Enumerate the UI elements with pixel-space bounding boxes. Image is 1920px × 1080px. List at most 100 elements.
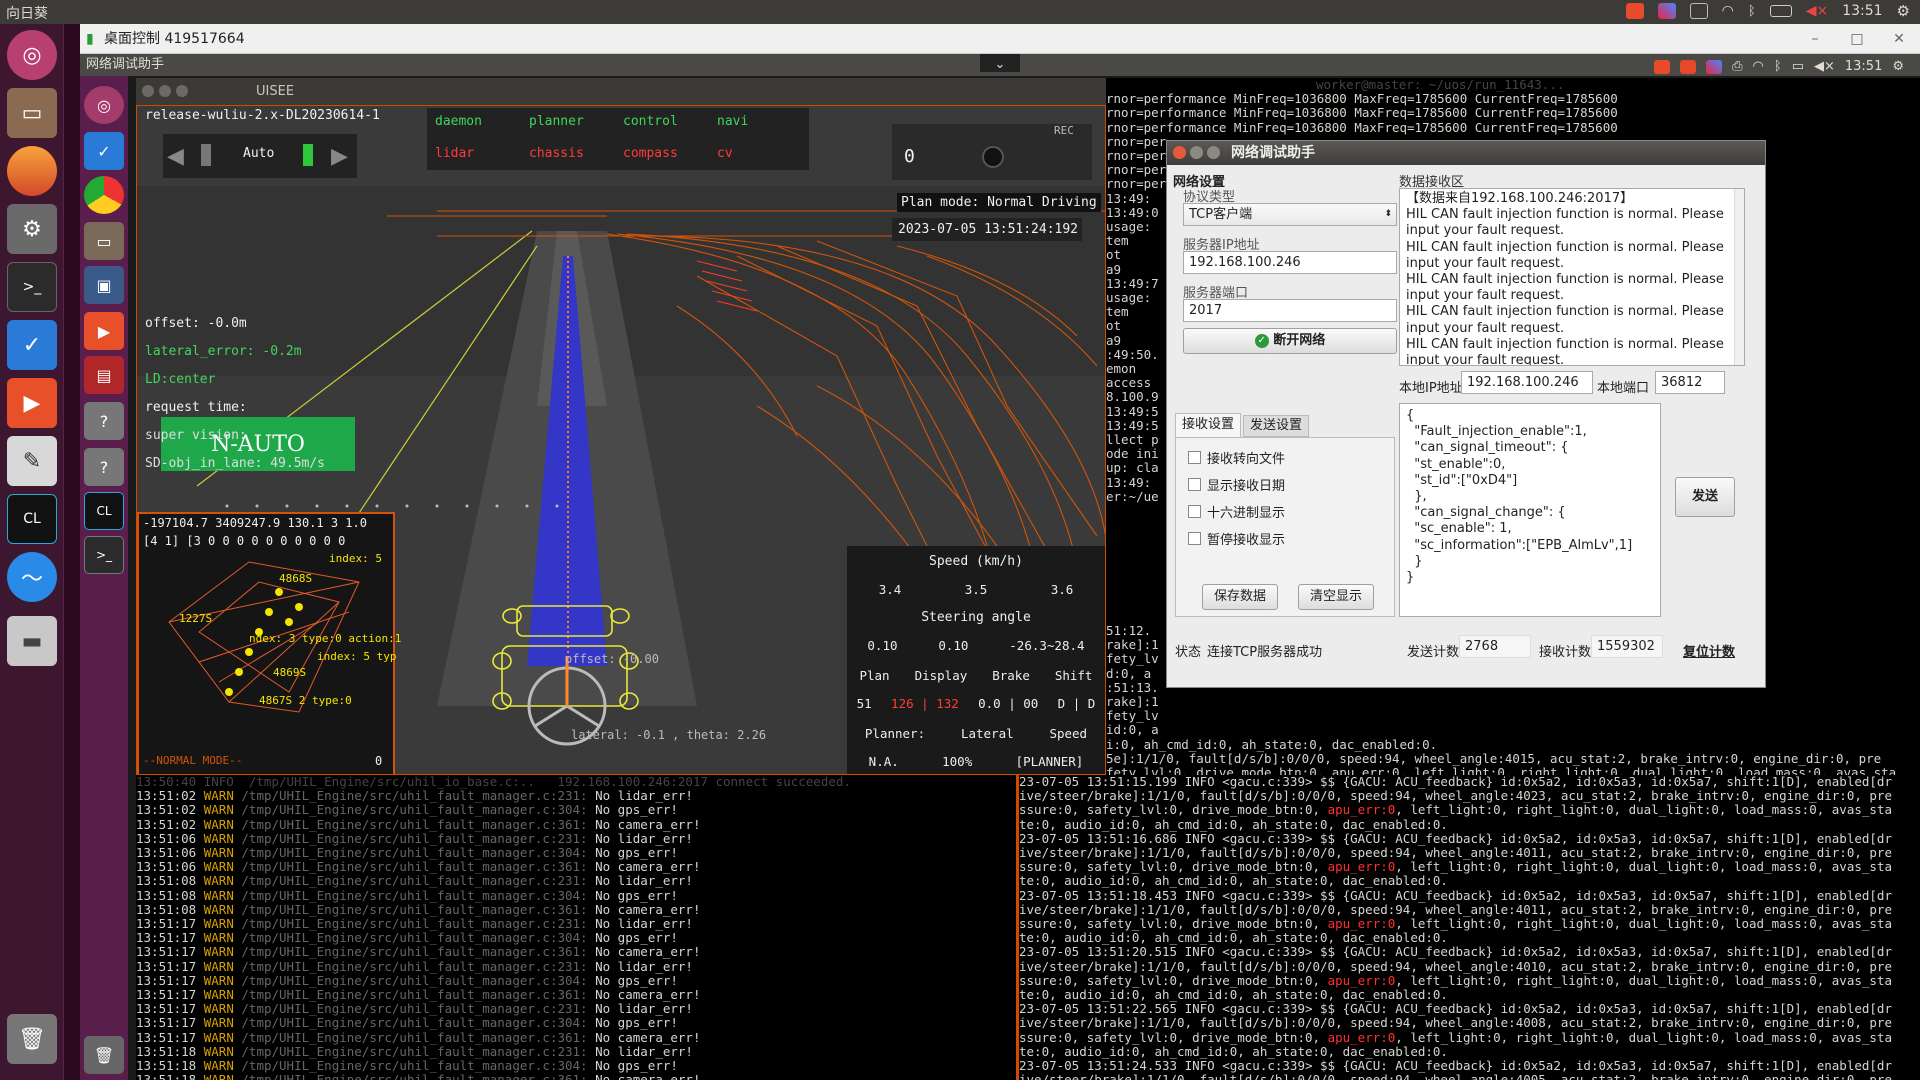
app-tray-icon[interactable] xyxy=(1657,3,1676,19)
text-editor-icon[interactable]: ✎ xyxy=(7,436,57,486)
tab-recv-settings[interactable]: 接收设置 xyxy=(1175,413,1241,437)
send-button[interactable]: 发送 xyxy=(1675,477,1735,517)
app-icon[interactable]: ▤ xyxy=(84,356,124,394)
disconnect-button[interactable]: ✓ 断开网络 xyxy=(1183,328,1397,354)
server-port-input[interactable]: 2017 xyxy=(1183,299,1397,322)
prev-icon[interactable]: ◀ xyxy=(167,144,184,169)
log-source: /tmp/UHIL_Engine/src/uhil_fault_manager.… xyxy=(241,802,588,818)
local-port-label: 本地端口 xyxy=(1597,381,1650,396)
option-show-date[interactable]: 显示接收日期 xyxy=(1188,475,1285,494)
checkbox-icon[interactable] xyxy=(1188,505,1201,518)
network-icon[interactable]: 〜 xyxy=(7,552,57,602)
keyboard-icon[interactable] xyxy=(1689,3,1708,19)
bluetooth-icon[interactable]: ᛒ xyxy=(1748,4,1756,19)
unknown-icon[interactable]: ? xyxy=(84,402,124,440)
chrome-icon[interactable] xyxy=(84,176,124,214)
printer-icon[interactable]: ⎙ xyxy=(1732,56,1742,78)
trash-icon[interactable]: 🗑 xyxy=(84,1036,124,1074)
maximize-dot-icon[interactable] xyxy=(1207,146,1220,159)
battery-icon[interactable] xyxy=(1769,5,1792,17)
volume-muted-icon[interactable]: ◀× xyxy=(1806,3,1829,19)
wifi-icon[interactable]: ◠ xyxy=(1722,3,1734,19)
status-value: Plan xyxy=(859,668,890,683)
bluetooth-icon[interactable]: ᛒ xyxy=(1774,56,1782,78)
recv-scrollbar[interactable] xyxy=(1734,189,1744,365)
checkbox-icon[interactable] xyxy=(1188,451,1201,464)
unknown-icon[interactable]: ? xyxy=(84,448,124,486)
save-data-button[interactable]: 保存数据 xyxy=(1202,584,1278,610)
gear-icon[interactable]: ⚙ xyxy=(1892,56,1904,78)
tab-send-settings[interactable]: 发送设置 xyxy=(1243,415,1309,437)
minimize-dot-icon[interactable] xyxy=(159,85,171,97)
sunlogin-tray-icon[interactable] xyxy=(1625,3,1644,19)
app-tray-icon[interactable] xyxy=(1706,60,1723,74)
close-dot-icon[interactable] xyxy=(142,85,154,97)
files-icon[interactable]: ▭ xyxy=(7,88,57,138)
terminal-bottom-left[interactable]: 13:50:40 INFO /tmp/UHIL_Engine/src/uhil_… xyxy=(136,775,1016,1080)
minimize-dot-icon[interactable] xyxy=(1190,146,1203,159)
battery-icon[interactable]: ▭ xyxy=(1792,56,1804,78)
reset-count-button[interactable]: 复位计数 xyxy=(1683,641,1735,660)
next-icon[interactable]: ▶ xyxy=(331,144,348,169)
clion-icon[interactable]: CL xyxy=(84,492,124,530)
clion-icon[interactable]: CL xyxy=(7,494,57,544)
clock[interactable]: 13:51 xyxy=(1845,56,1882,78)
log-text: te:0, audio_id:0, ah_cmd_id:0, ah_state:… xyxy=(1019,1043,1448,1059)
recv-line: input your fault request. xyxy=(1406,255,1565,271)
s-tray-icon[interactable] xyxy=(1680,60,1697,74)
apu-err-highlight: apu_err:0 xyxy=(1327,972,1396,988)
close-dot-icon[interactable] xyxy=(1173,146,1186,159)
recv-line: input your fault request. xyxy=(1406,353,1565,366)
minimize-button[interactable]: – xyxy=(1794,24,1836,54)
recv-area[interactable]: 【数据来自192.168.100.246:2017】 HIL CAN fault … xyxy=(1399,188,1745,366)
close-button[interactable]: ✕ xyxy=(1878,24,1920,54)
gear-icon[interactable]: ⚙ xyxy=(1897,2,1910,20)
log-line: te:0, audio_id:0, ah_cmd_id:0, ah_state:… xyxy=(1019,817,1920,832)
maximize-button[interactable]: □ xyxy=(1836,24,1878,54)
sunlogin-remote-icon[interactable]: ▶ xyxy=(84,312,124,350)
send-area[interactable]: { "Fault_injection_enable":1, "can_signa… xyxy=(1399,403,1661,617)
local-ip-input[interactable]: 192.168.100.246 xyxy=(1461,371,1593,394)
status-value: 126 | 132 xyxy=(891,696,959,711)
log-level: WARN xyxy=(203,788,234,804)
pause-icon[interactable] xyxy=(201,144,211,166)
maximize-dot-icon[interactable] xyxy=(176,85,188,97)
terminal-icon[interactable]: >_ xyxy=(7,262,57,312)
log-time: 13:51:17 xyxy=(136,916,197,932)
apu-err-highlight: apu_err:0 xyxy=(1327,916,1396,932)
server-ip-input[interactable]: 192.168.100.246 xyxy=(1183,251,1397,274)
trash-icon[interactable]: 🗑 xyxy=(7,1014,57,1064)
log-message: No camera_err! xyxy=(595,987,701,1003)
sunlogin-icon[interactable]: ✓ xyxy=(84,132,124,170)
option-pause-display[interactable]: 暂停接收显示 xyxy=(1188,529,1285,548)
terminal-bottom-right[interactable]: 23-07-05 13:51:15.199 INFO <gacu.c:339> … xyxy=(1016,775,1920,1080)
local-port-input[interactable]: 36812 xyxy=(1655,371,1725,394)
firefox-icon[interactable] xyxy=(7,146,57,196)
sunlogin-icon[interactable]: ✓ xyxy=(7,320,57,370)
volume-icon[interactable]: ◀× xyxy=(1814,56,1835,78)
clear-display-button[interactable]: 清空显示 xyxy=(1298,584,1374,610)
wifi-icon[interactable]: ◠ xyxy=(1753,56,1764,78)
terminal-icon[interactable]: >_ xyxy=(84,536,124,574)
option-hex-display[interactable]: 十六进制显示 xyxy=(1188,502,1285,521)
option-save-to-file[interactable]: 接收转向文件 xyxy=(1188,448,1285,467)
chevron-down-icon[interactable]: ⌄ xyxy=(980,54,1020,72)
files-icon[interactable]: ▭ xyxy=(84,222,124,260)
log-message: No lidar_err! xyxy=(595,1001,693,1017)
uisee-visualizer[interactable]: release-wuliu-2.x-DL20230614-1 ◀ Auto ▶ … xyxy=(136,105,1106,775)
monitor-icon[interactable]: ▣ xyxy=(84,266,124,304)
minimap[interactable]: -197104.7 3409247.9 130.1 3 1.0 [4 1] [3… xyxy=(137,512,401,774)
record-button[interactable] xyxy=(982,146,1004,168)
drive-icon[interactable]: ▬ xyxy=(7,616,57,666)
net-assistant-window[interactable]: 网络调试助手 网络设置 协议类型 TCP客户端 ⬍ 服务器IP地址 192.16… xyxy=(1166,140,1766,688)
protocol-select[interactable]: TCP客户端 ⬍ xyxy=(1183,203,1397,226)
ubuntu-icon[interactable]: ◎ xyxy=(7,30,57,80)
checkbox-icon[interactable] xyxy=(1188,532,1201,545)
sunlogin-remote-icon[interactable]: ▶ xyxy=(7,378,57,428)
ubuntu-icon[interactable]: ◎ xyxy=(84,86,124,124)
rec-panel: REC 0 xyxy=(892,124,1092,180)
settings-icon[interactable]: ⚙ xyxy=(7,204,57,254)
checkbox-icon[interactable] xyxy=(1188,478,1201,491)
clock[interactable]: 13:51 xyxy=(1842,3,1882,19)
sunlogin-tray-icon[interactable] xyxy=(1654,60,1671,74)
